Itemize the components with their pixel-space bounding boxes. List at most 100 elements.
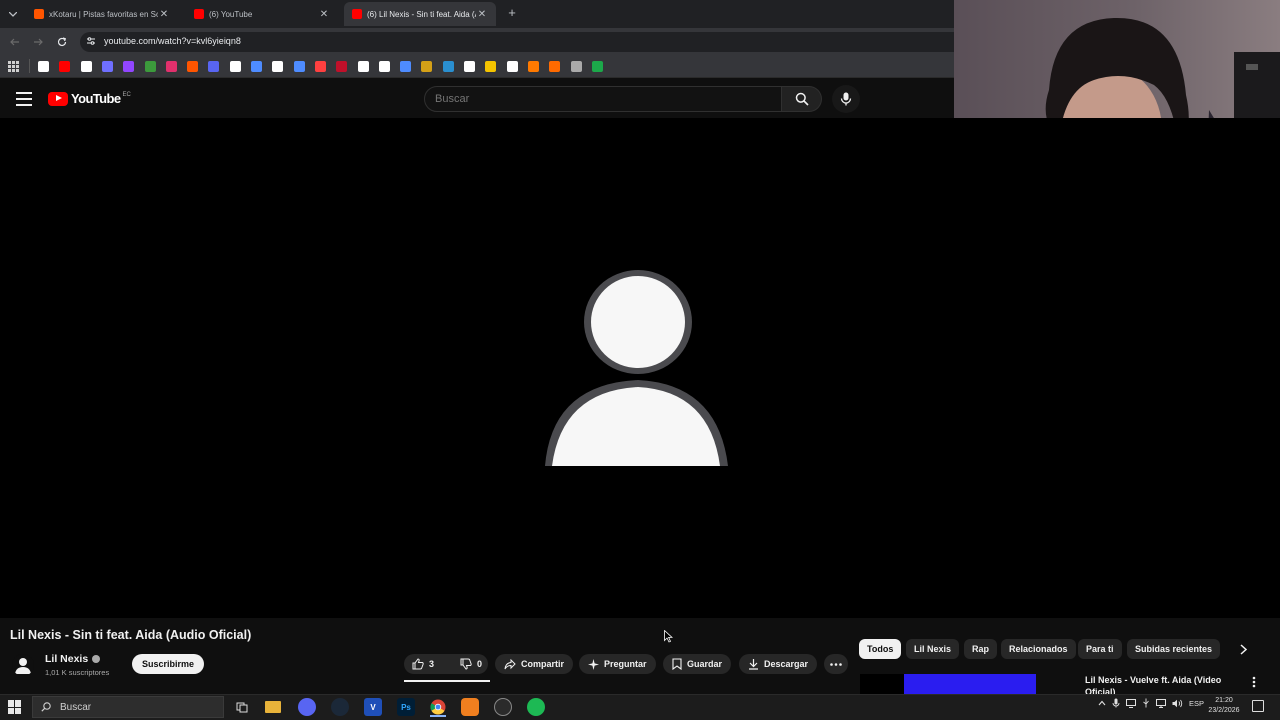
bookmark-favicon-icon[interactable] <box>123 61 135 72</box>
bookmark-favicon-icon[interactable] <box>442 61 454 72</box>
more-actions-button[interactable] <box>824 654 848 674</box>
fl-studio-icon[interactable] <box>461 698 479 716</box>
voice-search-button[interactable] <box>832 85 860 113</box>
like-button[interactable]: 3 <box>404 654 442 674</box>
bookmark-favicon-icon[interactable] <box>144 61 156 72</box>
mouse-cursor-icon <box>664 630 673 643</box>
like-progress-underline <box>404 680 490 682</box>
chrome-icon[interactable] <box>429 698 447 716</box>
subscribe-button[interactable]: Suscribirme <box>132 654 204 674</box>
browser-tab[interactable]: xKotaru | Pistas favoritas en So ✕ <box>26 3 178 25</box>
recommendation-thumbnail[interactable] <box>860 674 1036 694</box>
chevron-up-icon[interactable] <box>1098 700 1106 706</box>
bookmark-favicon-icon[interactable] <box>506 61 518 72</box>
close-tab-icon[interactable]: ✕ <box>476 9 488 20</box>
browser-tab-active[interactable]: (6) Lil Nexis - Sin ti feat. Aida (A ✕ <box>344 2 496 26</box>
bookmark-favicon-icon[interactable] <box>570 61 582 72</box>
bookmark-favicon-icon[interactable] <box>165 61 177 72</box>
thumbs-up-icon <box>412 658 424 670</box>
youtube-search-input[interactable] <box>435 93 765 105</box>
spotify-icon[interactable] <box>527 698 545 716</box>
more-horizontal-icon <box>830 662 842 666</box>
bookmark-favicon-icon[interactable] <box>400 61 412 72</box>
youtube-logo[interactable]: YouTube EC <box>48 91 131 106</box>
more-vertical-icon[interactable] <box>1248 676 1260 690</box>
default-avatar-artwork <box>545 270 728 466</box>
network-tray-icon[interactable] <box>1156 698 1166 708</box>
dislike-button[interactable]: 0 <box>452 654 490 674</box>
bookmark-favicon-icon[interactable] <box>38 61 49 72</box>
download-button[interactable]: Descargar <box>739 654 818 674</box>
bookmark-icon <box>672 658 682 670</box>
chip-para-ti[interactable]: Para ti <box>1078 639 1122 659</box>
file-explorer-icon[interactable] <box>265 701 281 713</box>
save-button[interactable]: Guardar <box>663 654 732 674</box>
bookmark-favicon-icon[interactable] <box>485 61 497 72</box>
bookmark-favicon-icon[interactable] <box>187 61 199 72</box>
obs-icon[interactable] <box>494 698 512 716</box>
bookmark-favicon-icon[interactable] <box>464 61 475 72</box>
bookmark-favicon-icon[interactable] <box>421 61 433 72</box>
bookmark-favicon-icon[interactable] <box>378 61 390 72</box>
reload-icon[interactable] <box>55 35 69 49</box>
bookmark-favicon-icon[interactable] <box>549 61 561 72</box>
bookmark-favicon-icon[interactable] <box>59 61 71 72</box>
photoshop-icon[interactable]: Ps <box>397 698 415 716</box>
recommendation-title[interactable]: Lil Nexis - Vuelve ft. Aida (Video Ofici… <box>1085 674 1225 694</box>
bookmark-favicon-icon[interactable] <box>293 61 305 72</box>
ask-button[interactable]: Preguntar <box>579 654 656 674</box>
windows-start-icon[interactable] <box>8 700 22 714</box>
browser-tab[interactable]: (6) YouTube ✕ <box>186 3 338 25</box>
apps-grid-icon[interactable] <box>8 61 19 72</box>
video-title: Lil Nexis - Sin ti feat. Aida (Audio Ofi… <box>10 628 252 642</box>
channel-avatar[interactable] <box>12 654 34 676</box>
search-button[interactable] <box>782 86 822 112</box>
menu-hamburger-icon[interactable] <box>16 92 32 106</box>
bookmark-favicon-icon[interactable] <box>272 61 284 72</box>
bookmark-favicon-icon[interactable] <box>591 61 603 72</box>
discord-icon[interactable] <box>298 698 316 716</box>
chip-rap[interactable]: Rap <box>964 639 998 659</box>
chip-relacionados[interactable]: Relacionados <box>1001 639 1076 659</box>
bookmark-favicon-icon[interactable] <box>208 61 220 72</box>
subscriber-count: 1,01 K suscriptores <box>45 668 110 677</box>
channel-name-row[interactable]: Lil Nexis <box>45 653 101 665</box>
taskbar-search-box[interactable]: Buscar <box>32 696 224 718</box>
back-arrow-icon[interactable] <box>8 35 22 49</box>
bookmarks-bar <box>0 56 954 78</box>
url-text[interactable]: youtube.com/watch?v=kvl6yieiqn8 <box>104 36 241 46</box>
volume-tray-icon[interactable] <box>1172 699 1183 708</box>
steam-icon[interactable] <box>331 698 349 716</box>
bookmark-favicon-icon[interactable] <box>336 61 348 72</box>
display-tray-icon[interactable] <box>1126 698 1136 708</box>
share-button[interactable]: Compartir <box>495 654 574 674</box>
youtube-search-box[interactable] <box>424 86 782 112</box>
close-tab-icon[interactable]: ✕ <box>318 9 330 20</box>
chevron-right-icon[interactable] <box>1236 642 1250 656</box>
bookmark-favicon-icon[interactable] <box>314 61 326 72</box>
chip-todos[interactable]: Todos <box>859 639 902 659</box>
site-settings-icon[interactable] <box>86 36 96 46</box>
bookmark-favicon-icon[interactable] <box>527 61 539 72</box>
bookmark-favicon-icon[interactable] <box>251 61 262 72</box>
chip-subidas-recientes[interactable]: Subidas recientes <box>1127 639 1221 659</box>
forward-arrow-icon[interactable] <box>31 35 45 49</box>
clock-time: 21:20 <box>1215 697 1233 704</box>
microphone-tray-icon[interactable] <box>1112 698 1120 708</box>
notification-center-icon[interactable] <box>1252 700 1264 712</box>
bookmark-favicon-icon[interactable] <box>229 61 241 72</box>
bookmark-favicon-icon[interactable] <box>357 61 369 72</box>
usb-tray-icon[interactable] <box>1142 698 1150 708</box>
close-tab-icon[interactable]: ✕ <box>158 9 170 20</box>
clock-date: 23/2/2026 <box>1208 707 1240 714</box>
new-tab-button[interactable]: + <box>505 6 519 20</box>
bookmark-favicon-icon[interactable] <box>80 61 92 72</box>
v-app-icon[interactable]: V <box>364 698 382 716</box>
download-icon <box>749 659 758 670</box>
channel-name[interactable]: Lil Nexis <box>45 653 88 665</box>
chip-lil-nexis[interactable]: Lil Nexis <box>906 639 960 659</box>
taskbar-clock[interactable]: 21:20 23/2/2026 <box>1200 696 1248 716</box>
bookmark-favicon-icon[interactable] <box>101 61 113 72</box>
task-view-icon[interactable] <box>233 698 251 716</box>
tab-search-chevron-icon[interactable] <box>4 5 22 23</box>
